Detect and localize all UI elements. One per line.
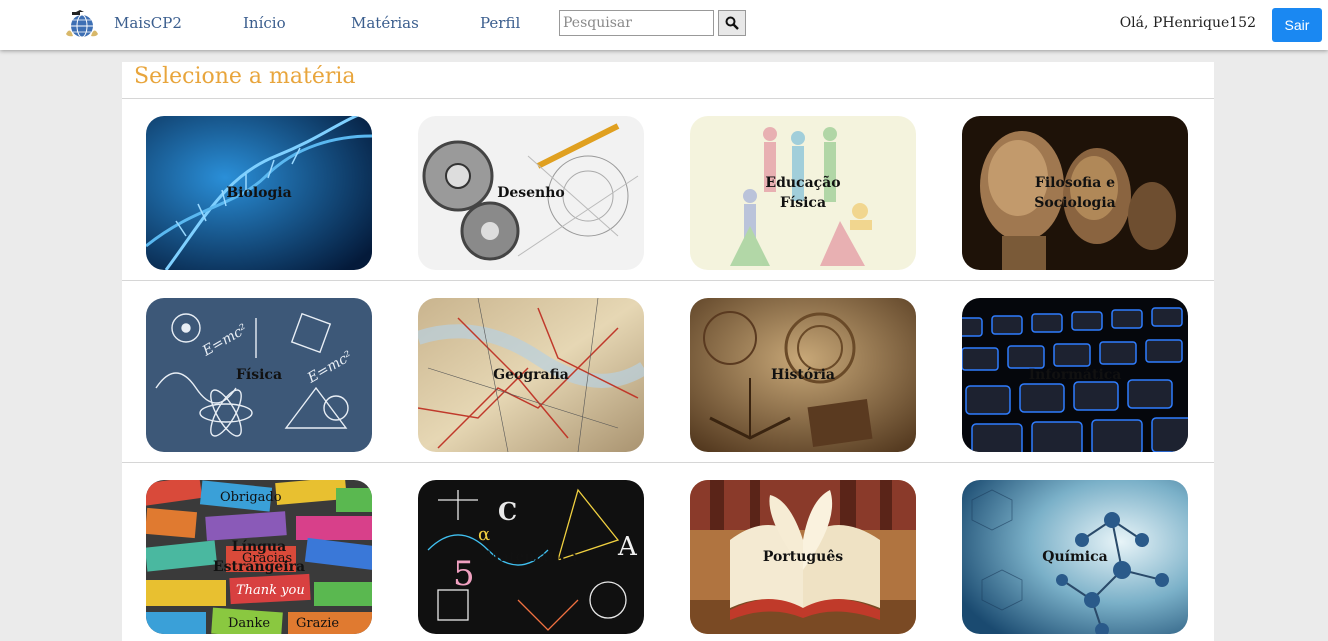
search-input[interactable] [559,10,714,36]
subject-label: Geografia [493,367,569,383]
page-title: Selecione a matéria [134,64,356,89]
subject-label: Biologia [226,185,292,201]
svg-text:Grazie: Grazie [296,616,339,631]
subject-card-biologia[interactable]: Biologia [146,116,372,270]
subject-label: Desenho [497,185,565,201]
title-divider [122,98,1214,99]
subject-card-desenho[interactable]: Desenho [418,116,644,270]
subject-label: História [771,367,835,383]
subject-card-portugues[interactable]: Português [690,480,916,634]
subject-label: Física [235,367,283,383]
subject-card-matematica[interactable]: C A 5 α Matemática [418,480,644,634]
subject-card-quimica[interactable]: Química [962,480,1188,634]
subject-label: Língua Estrangeira [212,539,306,575]
svg-text:α: α [478,524,490,545]
svg-text:Danke: Danke [228,616,270,631]
subject-label: Português [762,549,844,565]
svg-text:C: C [498,497,517,526]
brand-link[interactable]: MaisCP2 [114,14,182,32]
subject-label: Matemática [484,549,578,565]
svg-text:Thank you: Thank you [236,583,305,598]
globe-logo-icon[interactable] [64,10,100,42]
nav-link-inicio[interactable]: Início [243,14,286,32]
svg-text:5: 5 [453,554,475,594]
subject-card-educacao-fisica[interactable]: Educação Física [690,116,916,270]
logout-button[interactable]: Sair [1272,8,1322,42]
subject-card-lingua-estrangeira[interactable]: Obrigado Gracias Thank you Danke Grazie Lí… [146,480,372,634]
row-divider [122,280,1214,281]
subject-label: Educação Física [765,175,841,211]
subject-label: Química [1042,549,1108,565]
nav-link-materias[interactable]: Matérias [351,14,419,32]
search-button[interactable] [718,10,746,36]
svg-text:A: A [617,532,638,562]
subjects-panel: Selecione a matéria Biologia Desenho Edu… [122,62,1214,641]
top-navbar: MaisCP2 Início Matérias Perfil Olá, PHen… [0,0,1328,50]
subject-card-geografia[interactable]: Geografia [418,298,644,452]
search-icon [725,16,739,30]
svg-text:Obrigado: Obrigado [220,490,282,505]
subject-label: Filosofia e Sociologia [1034,175,1116,211]
nav-link-perfil[interactable]: Perfil [480,14,520,32]
subject-card-informatica[interactable]: Informática [962,298,1188,452]
row-divider [122,462,1214,463]
subject-card-historia[interactable]: História [690,298,916,452]
subject-label: Informática [1028,367,1122,383]
user-greeting: Olá, PHenrique152 [1119,15,1256,31]
subject-card-fisica[interactable]: E=mc² E=mc² Física [146,298,372,452]
subject-card-filosofia-sociologia[interactable]: Filosofia e Sociologia [962,116,1188,270]
